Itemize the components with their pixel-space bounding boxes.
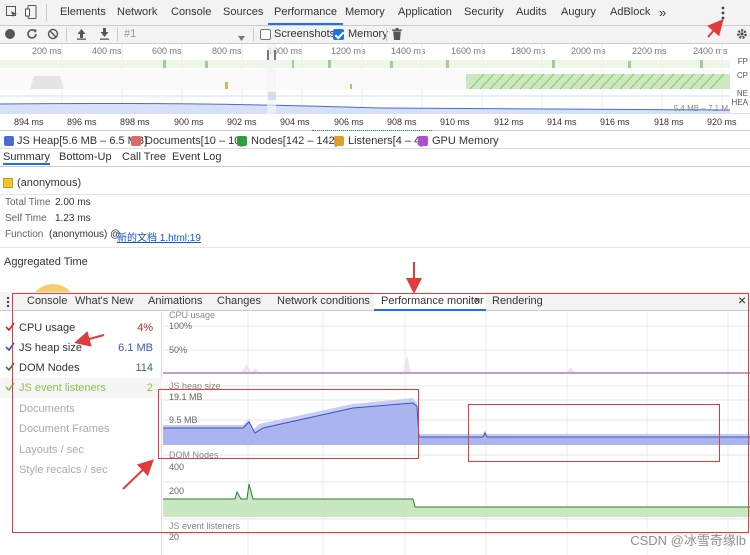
annotation-box-heap-right — [468, 404, 720, 462]
summary-panel: (anonymous) Total Time 2.00 ms Self Time… — [0, 168, 750, 330]
ruler-tick: 894 ms — [14, 117, 44, 127]
counter-documents: Documents[10 – 10] — [145, 135, 244, 147]
ruler-tick: 898 ms — [120, 117, 150, 127]
devtools-tabbar: Elements Network Console Sources Perform… — [0, 0, 750, 26]
load-profile-icon[interactable] — [76, 28, 87, 43]
self-time-label: Self Time — [5, 213, 47, 224]
counter-listeners: Listeners[4 – 4] — [348, 135, 424, 147]
total-time-value: 2.00 ms — [55, 197, 91, 208]
tab-elements[interactable]: Elements — [60, 0, 106, 25]
overview-heap-range: 5.4 MB – 7.1 M — [673, 104, 728, 113]
tab-augury[interactable]: Augury — [561, 0, 596, 25]
counter-nodes: Nodes[142 – 142] — [251, 135, 338, 147]
kebab-menu-icon[interactable] — [720, 5, 726, 21]
clear-icon[interactable] — [47, 28, 59, 43]
documents-checkbox[interactable] — [131, 136, 141, 146]
function-value: (anonymous) @ — [49, 229, 121, 240]
ruler-tick: 908 ms — [387, 117, 417, 127]
tab-call-tree[interactable]: Call Tree — [122, 151, 166, 163]
overview-graph — [0, 44, 731, 114]
summary-title: (anonymous) — [17, 177, 82, 189]
performance-toolbar: #1 Screenshots Memory — [0, 26, 750, 44]
memory-counters-legend: JS Heap[5.6 MB – 6.5 MB] Documents[10 – … — [0, 133, 750, 149]
function-label: Function — [5, 229, 44, 240]
self-time-value: 1.23 ms — [55, 213, 91, 224]
ruler-tick: 904 ms — [280, 117, 310, 127]
ruler-tick: 902 ms — [227, 117, 257, 127]
tab-adblock[interactable]: AdBlock — [610, 0, 650, 25]
chevron-down-icon — [238, 32, 245, 44]
js-heap-checkbox[interactable] — [4, 136, 14, 146]
timeline-overview[interactable]: 200 ms 400 ms 600 ms 800 ms 1000 ms 1200… — [0, 44, 750, 114]
ruler-tick: 900 ms — [174, 117, 204, 127]
tab-audits[interactable]: Audits — [516, 0, 547, 25]
inspect-element-icon[interactable] — [6, 6, 18, 18]
tab-security[interactable]: Security — [464, 0, 504, 25]
tab-bottom-up[interactable]: Bottom-Up — [59, 151, 112, 163]
ruler-tick: 906 ms — [334, 117, 364, 127]
tab-application[interactable]: Application — [398, 0, 452, 25]
tab-sources[interactable]: Sources — [223, 0, 263, 25]
ruler-tick: 918 ms — [654, 117, 684, 127]
overview-lane-label: CP — [736, 71, 748, 80]
memory-checkbox[interactable] — [333, 29, 344, 40]
listeners-graph-tick: 20 — [169, 532, 180, 542]
tab-event-log[interactable]: Event Log — [172, 151, 222, 163]
tab-memory[interactable]: Memory — [345, 0, 385, 25]
aggregated-time-heading: Aggregated Time — [4, 256, 88, 268]
device-toolbar-icon[interactable] — [25, 5, 37, 19]
ruler-tick: 920 ms — [707, 117, 737, 127]
ruler-tick: 914 ms — [547, 117, 577, 127]
timeline-ruler: 894 ms 896 ms 898 ms 900 ms 902 ms 904 m… — [0, 114, 750, 131]
tab-summary[interactable]: Summary — [3, 151, 51, 165]
tab-network[interactable]: Network — [117, 0, 157, 25]
counter-js-heap: JS Heap[5.6 MB – 6.5 MB] — [17, 135, 148, 147]
tab-console[interactable]: Console — [171, 0, 211, 25]
save-profile-icon[interactable] — [99, 28, 110, 43]
overview-lane-label: HEA — [731, 98, 748, 107]
overview-lane-label: FP — [737, 57, 748, 66]
reload-record-icon[interactable] — [26, 28, 38, 43]
settings-gear-icon[interactable] — [736, 28, 748, 43]
listeners-checkbox[interactable] — [334, 136, 344, 146]
activity-color-swatch — [3, 178, 13, 188]
ruler-tick: 912 ms — [494, 117, 524, 127]
screenshots-label: Screenshots — [274, 28, 336, 40]
drawer-menu-icon[interactable] — [6, 296, 10, 311]
csdn-watermark: CSDN @冰雪奇缘lb — [630, 533, 746, 548]
ruler-tick: 916 ms — [600, 117, 630, 127]
memory-label: Memory — [348, 28, 388, 40]
gpu-memory-checkbox[interactable] — [418, 136, 428, 146]
record-icon[interactable] — [5, 29, 15, 39]
ruler-tick: 910 ms — [440, 117, 470, 127]
recording-select-value: #1 — [124, 28, 137, 40]
recording-select[interactable]: #1 — [121, 28, 249, 42]
screenshots-checkbox[interactable] — [260, 29, 271, 40]
counter-gpu-memory: GPU Memory — [432, 135, 499, 147]
overview-lane-label: NE — [736, 89, 748, 98]
function-source-link[interactable]: 新的文档 1.html:19 — [117, 229, 201, 244]
nodes-checkbox[interactable] — [237, 136, 247, 146]
more-tabs-icon[interactable]: » — [659, 0, 666, 25]
tab-performance[interactable]: Performance — [268, 0, 343, 25]
details-tabs: Summary Bottom-Up Call Tree Event Log — [0, 150, 750, 167]
annotation-box-heap-left — [158, 389, 419, 459]
garbage-collect-icon[interactable] — [392, 28, 402, 43]
total-time-label: Total Time — [5, 197, 51, 208]
ruler-tick: 896 ms — [67, 117, 97, 127]
